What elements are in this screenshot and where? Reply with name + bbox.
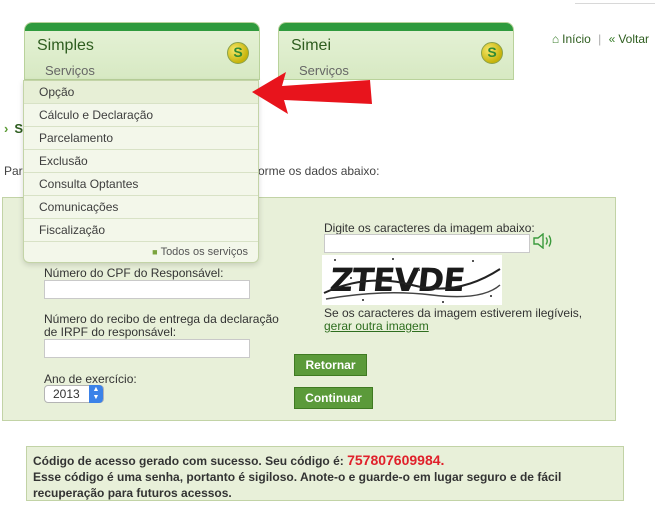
captcha-image: ZTEVDE <box>322 255 502 305</box>
success-message: Código de acesso gerado com sucesso. Seu… <box>26 446 624 501</box>
menu-item-consulta-optantes[interactable]: Consulta Optantes <box>24 173 258 196</box>
back-link[interactable]: «Voltar <box>609 32 649 46</box>
tab-simples-title: Simples <box>37 37 94 54</box>
captcha-hint: Se os caracteres da imagem estiverem ile… <box>324 306 583 320</box>
top-links: ⌂ Início | «Voltar <box>552 32 649 46</box>
receipt-label-line2: de IRPF do responsável: <box>44 325 177 339</box>
cpf-input[interactable] <box>44 280 250 299</box>
year-label: Ano de exercício: <box>44 372 137 386</box>
tab-simples[interactable]: Simples Serviços <box>24 22 260 80</box>
bullet-icon: ■ <box>152 247 158 257</box>
tab-simples-subtitle: Serviços <box>45 63 95 78</box>
speaker-icon[interactable] <box>533 233 553 249</box>
annotation-arrow-icon <box>252 72 372 114</box>
services-dropdown-menu: Opção Cálculo e Declaração Parcelamento … <box>23 80 259 263</box>
receipt-input[interactable] <box>44 339 250 358</box>
success-prefix: Código de acesso gerado com sucesso. Seu… <box>33 454 348 468</box>
success-line3: recuperação para futuros acessos. <box>33 486 232 500</box>
link-separator: | <box>598 32 602 46</box>
continue-button[interactable]: Continuar <box>294 387 373 409</box>
access-code: 757807609984 <box>347 452 441 468</box>
back-icon: « <box>608 32 616 46</box>
year-select[interactable]: 2013 ▲ ▼ <box>44 385 104 403</box>
top-strip <box>0 0 655 22</box>
home-link[interactable]: ⌂ Início <box>552 32 591 46</box>
instruction-end: orme os dados abaixo: <box>258 164 380 178</box>
tab-strip <box>25 23 259 31</box>
menu-item-comunicacoes[interactable]: Comunicações <box>24 196 258 219</box>
access-code-suffix: . <box>440 452 445 468</box>
menu-item-exclusao[interactable]: Exclusão <box>24 150 258 173</box>
regenerate-captcha-link[interactable]: gerar outra imagem <box>324 319 429 333</box>
year-stepper-icon: ▲ ▼ <box>89 385 103 403</box>
year-select-value: 2013 <box>53 387 80 401</box>
all-services-link[interactable]: ■ Todos os serviços <box>152 246 248 258</box>
top-right-box <box>575 0 655 4</box>
tab-strip <box>279 23 513 31</box>
back-button[interactable]: Retornar <box>294 354 367 376</box>
home-link-label: Início <box>562 32 591 46</box>
simples-logo-icon <box>227 42 249 64</box>
menu-item-parcelamento[interactable]: Parcelamento <box>24 127 258 150</box>
simei-logo-icon <box>481 42 503 64</box>
back-link-label: Voltar <box>618 32 649 46</box>
captcha-label: Digite os caracteres da imagem abaixo: <box>324 221 535 235</box>
menu-item-fiscalizacao[interactable]: Fiscalização <box>24 219 258 242</box>
tab-simei-title: Simei <box>291 37 332 54</box>
success-line2: Esse código é uma senha, portanto é sigi… <box>33 470 562 484</box>
menu-item-calculo[interactable]: Cálculo e Declaração <box>24 104 258 127</box>
section-title-text: S <box>14 121 24 136</box>
all-services-label: Todos os serviços <box>160 246 248 258</box>
receipt-label-line1: Número do recibo de entrega da declaraçã… <box>44 312 279 326</box>
home-icon: ⌂ <box>551 32 560 46</box>
section-title: › S <box>4 121 23 136</box>
menu-item-opcao[interactable]: Opção <box>24 81 258 104</box>
captcha-noise <box>323 258 501 303</box>
success-line1: Código de acesso gerado com sucesso. Seu… <box>33 452 617 469</box>
captcha-input[interactable] <box>324 234 530 253</box>
cpf-label: Número do CPF do Responsável: <box>44 266 224 280</box>
section-arrow-icon: › <box>4 121 9 136</box>
